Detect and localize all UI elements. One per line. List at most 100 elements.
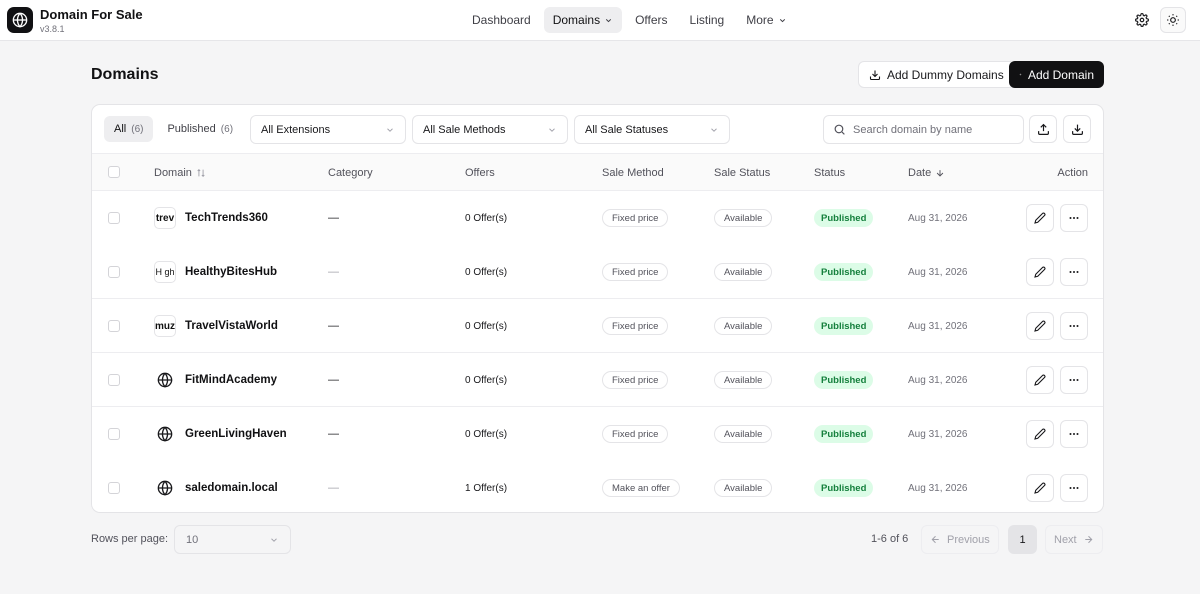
edit-button[interactable] <box>1026 420 1054 448</box>
row-checkbox[interactable] <box>108 266 120 278</box>
sale-statuses-select-value: All Sale Statuses <box>585 123 669 136</box>
domain-name: TechTrends360 <box>185 212 268 224</box>
sale-method-badge: Fixed price <box>602 371 669 389</box>
globe-logo-icon[interactable] <box>7 7 33 33</box>
nav-listing[interactable]: Listing <box>681 7 734 33</box>
domain-logo: muz <box>154 315 176 337</box>
edit-button[interactable] <box>1026 204 1054 232</box>
ellipsis-icon <box>1069 379 1079 381</box>
previous-page-button[interactable]: Previous <box>921 525 999 554</box>
rows-per-page-select[interactable]: 10 <box>174 525 291 554</box>
row-checkbox[interactable] <box>108 212 120 224</box>
tab-all[interactable]: All (6) <box>104 116 154 142</box>
table-row: FitMindAcademy — 0 Offer(s) Fixed price … <box>92 353 1103 407</box>
main-nav: Dashboard Domains Offers Listing More <box>463 7 796 33</box>
pencil-icon <box>1034 428 1046 440</box>
nav-more[interactable]: More <box>737 7 795 33</box>
more-actions-button[interactable] <box>1060 204 1088 232</box>
sale-status-badge: Available <box>714 317 773 335</box>
search-input[interactable] <box>853 123 1013 136</box>
chevron-down-icon <box>387 127 393 132</box>
tab-published-count: (6) <box>220 123 234 135</box>
sale-statuses-select[interactable]: All Sale Statuses <box>574 115 730 144</box>
nav-domains[interactable]: Domains <box>543 7 623 33</box>
status-badge: Published <box>814 479 874 497</box>
date-cell: Aug 31, 2026 <box>908 320 968 332</box>
app-version: v3.8.1 <box>40 24 65 34</box>
sale-status-badge: Available <box>714 479 773 497</box>
add-dummy-domains-button[interactable]: Add Dummy Domains <box>858 61 1015 88</box>
domain-cell[interactable]: saledomain.local <box>154 461 278 512</box>
download-icon <box>1071 124 1083 135</box>
col-domain-label: Domain <box>154 167 192 179</box>
pencil-icon <box>1034 320 1046 332</box>
settings-button[interactable] <box>1129 7 1155 33</box>
ellipsis-icon <box>1069 433 1079 435</box>
upload-icon <box>1037 123 1049 135</box>
extensions-select[interactable]: All Extensions <box>250 115 406 144</box>
domain-cell[interactable]: FitMindAcademy <box>154 353 277 407</box>
domain-name: GreenLivingHaven <box>185 428 287 440</box>
pencil-icon <box>1034 266 1046 278</box>
more-actions-button[interactable] <box>1060 420 1088 448</box>
next-page-button[interactable]: Next <box>1045 525 1103 554</box>
row-checkbox[interactable] <box>108 482 120 494</box>
globe-icon <box>154 423 176 445</box>
category-cell: — <box>328 428 339 440</box>
sale-method-badge: Fixed price <box>602 209 669 227</box>
col-domain[interactable]: Domain <box>154 154 206 192</box>
category-cell: — <box>328 482 339 494</box>
domain-name: FitMindAcademy <box>185 374 278 386</box>
row-checkbox[interactable] <box>108 320 120 332</box>
previous-label: Previous <box>947 533 990 546</box>
domain-cell[interactable]: GreenLivingHaven <box>154 407 287 461</box>
sale-method-badge: Fixed price <box>602 263 669 281</box>
domains-card: All (6) Published (6) All Extensions All… <box>91 104 1104 513</box>
sale-methods-select[interactable]: All Sale Methods <box>412 115 568 144</box>
top-navbar: Domain For Sale v3.8.1 Dashboard Domains… <box>0 0 1200 41</box>
domain-cell[interactable]: H gh HealthyBitesHub <box>154 245 277 299</box>
sale-method-cell: Fixed price <box>602 407 669 461</box>
nav-dashboard[interactable]: Dashboard <box>463 7 540 33</box>
row-checkbox[interactable] <box>108 374 120 386</box>
date-cell: Aug 31, 2026 <box>908 428 968 440</box>
more-actions-button[interactable] <box>1060 258 1088 286</box>
status-cell: Published <box>814 191 874 245</box>
col-date[interactable]: Date <box>908 154 945 192</box>
domain-cell[interactable]: trev TechTrends360 <box>154 191 268 245</box>
import-button[interactable] <box>1063 115 1091 143</box>
more-actions-button[interactable] <box>1060 312 1088 340</box>
edit-button[interactable] <box>1026 312 1054 340</box>
date-cell: Aug 31, 2026 <box>908 374 968 386</box>
export-button[interactable] <box>1029 115 1057 143</box>
add-domain-button[interactable]: Add Domain <box>1009 61 1104 88</box>
theme-toggle-button[interactable] <box>1160 7 1186 33</box>
edit-button[interactable] <box>1026 366 1054 394</box>
offers-cell: 0 Offer(s) <box>465 320 508 332</box>
ellipsis-icon <box>1069 325 1079 327</box>
row-checkbox[interactable] <box>108 428 120 440</box>
sale-method-cell: Fixed price <box>602 245 669 299</box>
table-row: H gh HealthyBitesHub — 0 Offer(s) Fixed … <box>92 245 1103 299</box>
add-domain-label: Add Domain <box>1027 67 1094 82</box>
select-all-checkbox[interactable] <box>108 166 120 178</box>
sale-status-cell: Available <box>714 245 773 299</box>
nav-offers[interactable]: Offers <box>626 7 676 33</box>
table-row: GreenLivingHaven — 0 Offer(s) Fixed pric… <box>92 407 1103 461</box>
pencil-icon <box>1034 482 1046 494</box>
page-number-button[interactable]: 1 <box>1008 525 1037 554</box>
more-actions-button[interactable] <box>1060 366 1088 394</box>
rows-per-page-label: Rows per page: <box>91 533 169 545</box>
edit-button[interactable] <box>1026 258 1054 286</box>
search-field[interactable] <box>823 115 1024 144</box>
col-status: Status <box>814 167 846 179</box>
tab-published[interactable]: Published (6) <box>157 116 243 142</box>
edit-button[interactable] <box>1026 474 1054 502</box>
sale-status-cell: Available <box>714 299 773 353</box>
offers-cell: 0 Offer(s) <box>465 428 508 440</box>
domain-cell[interactable]: muz TravelVistaWorld <box>154 299 278 353</box>
more-actions-button[interactable] <box>1060 474 1088 502</box>
category-cell: — <box>328 374 339 386</box>
next-label: Next <box>1054 533 1077 546</box>
col-action: Action <box>1057 167 1088 179</box>
